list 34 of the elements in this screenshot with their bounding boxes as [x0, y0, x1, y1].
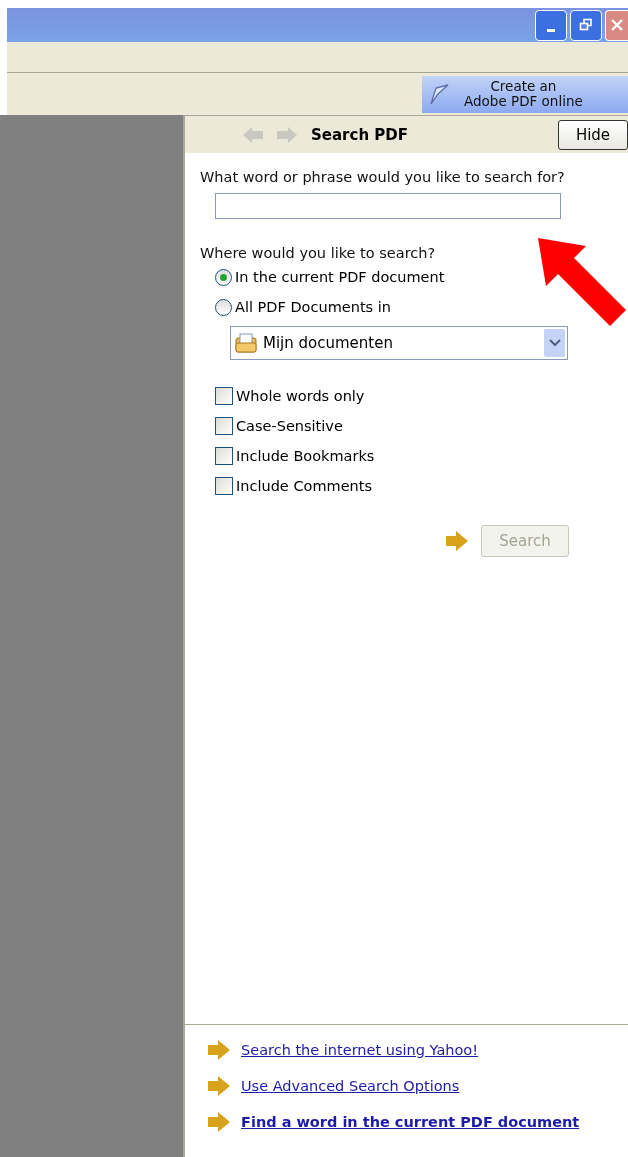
checkbox[interactable]: [215, 447, 233, 465]
arrow-icon: [445, 530, 469, 552]
panel-title: Search PDF: [311, 125, 408, 144]
folder-dropdown[interactable]: Mijn documenten: [230, 326, 568, 360]
query-label: What word or phrase would you like to search for?: [200, 169, 566, 185]
folder-icon: [235, 333, 257, 353]
hide-button[interactable]: Hide: [558, 119, 628, 150]
checkbox-label: Include Bookmarks: [236, 448, 375, 464]
radio-button[interactable]: [215, 298, 232, 316]
link[interactable]: Find a word in the current PDF document: [241, 1114, 580, 1130]
checkbox[interactable]: [215, 477, 233, 495]
radio-label: In the current PDF document: [235, 269, 445, 285]
search-field[interactable]: [215, 193, 561, 219]
close-button[interactable]: [605, 9, 628, 41]
close-icon: [610, 18, 624, 32]
arrow-icon: [207, 1111, 231, 1133]
checkbox[interactable]: [215, 387, 233, 405]
restore-icon: [579, 18, 593, 32]
checkbox-label: Include Comments: [236, 478, 372, 494]
minimize-button[interactable]: [535, 9, 567, 41]
radio-label: All PDF Documents in: [235, 299, 391, 315]
minimize-icon: [547, 28, 555, 32]
checkbox-label: Whole words only: [236, 388, 365, 404]
arrow-icon: [207, 1039, 231, 1061]
checkbox[interactable]: [215, 417, 233, 435]
cursor-icon: [428, 82, 450, 106]
scope-label: Where would you like to search?: [200, 245, 437, 261]
checkbox-label: Case-Sensitive: [236, 418, 343, 434]
link[interactable]: Use Advanced Search Options: [241, 1078, 460, 1094]
create-pdf-button[interactable]: Create an Adobe PDF online: [422, 75, 628, 113]
arrow-icon: [207, 1075, 231, 1097]
restore-button[interactable]: [570, 9, 602, 41]
radio-button[interactable]: [215, 268, 232, 286]
link[interactable]: Search the internet using Yahoo!: [241, 1042, 479, 1058]
